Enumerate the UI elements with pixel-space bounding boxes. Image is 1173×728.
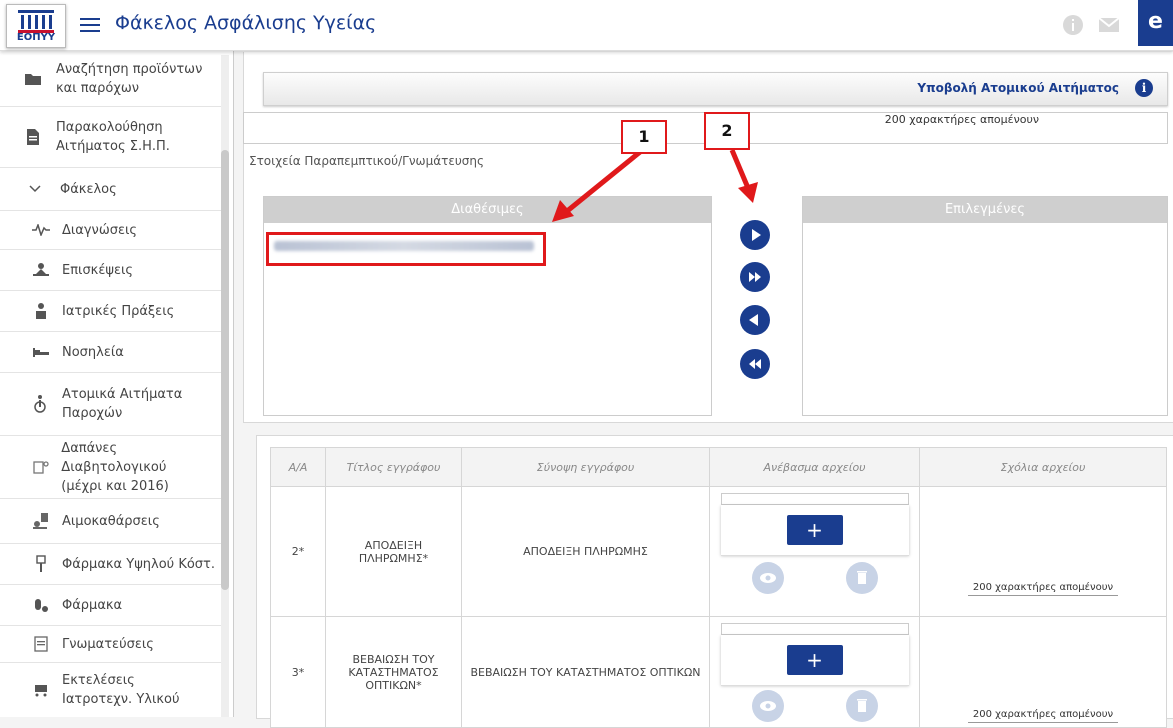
app-title: Φάκελος Ασφάλισης Υγείας	[115, 12, 377, 34]
menu-icon[interactable]	[80, 14, 100, 34]
comment-cell: 200 χαρακτήρες απομένουν	[919, 616, 1167, 728]
document-summary: ΒΕΒΑΙΩΣΗ ΤΟΥ ΚΑΤΑΣΤΗΜΑΤΟΣ ΟΠΤΙΚΩΝ	[461, 616, 710, 728]
user-account-button[interactable]: e	[1138, 0, 1173, 46]
delete-file-button[interactable]	[845, 690, 878, 722]
table-row: 2* ΑΠΟΔΕΙΞΗ ΠΛΗΡΩΜΗΣ* ΑΠΟΔΕΙΞΗ ΠΛΗΡΩΜΗΣ …	[270, 486, 1167, 617]
comment-cell: 200 χαρακτήρες απομένουν	[919, 486, 1167, 617]
eye-icon	[759, 701, 776, 711]
building-columns-icon	[18, 10, 54, 33]
upload-add-button[interactable]: +	[786, 645, 843, 675]
row-number: 2*	[270, 486, 326, 617]
column-header: Ανέβασμα αρχείου	[709, 447, 920, 487]
document-title: ΑΠΟΔΕΙΞΗ ΠΛΗΡΩΜΗΣ*	[325, 486, 462, 617]
logo-text: ΕΟΠΥΥ	[16, 32, 56, 43]
column-header: Σύνοψη εγγράφου	[461, 447, 710, 487]
file-name-field[interactable]	[720, 493, 909, 505]
file-name-field[interactable]	[720, 623, 909, 635]
document-title: ΒΕΒΑΙΩΣΗ ΤΟΥ ΚΑΤΑΣΤΗΜΑΤΟΣ ΟΠΤΙΚΩΝ*	[325, 616, 462, 728]
mail-icon[interactable]	[1098, 14, 1120, 36]
upload-cell: +	[709, 486, 920, 617]
documents-table: Α/Α Τίτλος εγγράφου Σύνοψη εγγράφου Ανέβ…	[270, 447, 1167, 728]
eye-icon	[759, 573, 776, 583]
callout-1: 1	[621, 120, 667, 154]
column-header: Σχόλια αρχείου	[919, 447, 1167, 487]
document-summary: ΑΠΟΔΕΙΞΗ ΠΛΗΡΩΜΗΣ	[461, 486, 710, 617]
upload-box: +	[721, 635, 909, 685]
trash-icon	[856, 571, 867, 584]
view-file-button[interactable]	[751, 690, 784, 722]
trash-icon	[856, 699, 867, 712]
upload-cell: +	[709, 616, 920, 728]
callout-2: 2	[704, 112, 750, 150]
table-header-row: Α/Α Τίτλος εγγράφου Σύνοψη εγγράφου Ανέβ…	[270, 447, 1167, 487]
column-header: Α/Α	[270, 447, 326, 487]
delete-file-button[interactable]	[845, 562, 878, 594]
app-header: ΕΟΠΥΥ Φάκελος Ασφάλισης Υγείας e	[0, 0, 1173, 51]
chars-remaining: 200 χαρακτήρες απομένουν	[968, 582, 1118, 596]
eopyy-logo[interactable]: ΕΟΠΥΥ	[6, 4, 66, 48]
table-row: 3* ΒΕΒΑΙΩΣΗ ΤΟΥ ΚΑΤΑΣΤΗΜΑΤΟΣ ΟΠΤΙΚΩΝ* ΒΕ…	[270, 616, 1167, 728]
view-file-button[interactable]	[751, 562, 784, 594]
chars-remaining: 200 χαρακτήρες απομένουν	[968, 709, 1118, 723]
row-number: 3*	[270, 616, 326, 728]
upload-add-button[interactable]: +	[786, 515, 843, 545]
upload-box: +	[721, 505, 909, 555]
info-icon[interactable]	[1062, 14, 1084, 36]
column-header: Τίτλος εγγράφου	[325, 447, 462, 487]
